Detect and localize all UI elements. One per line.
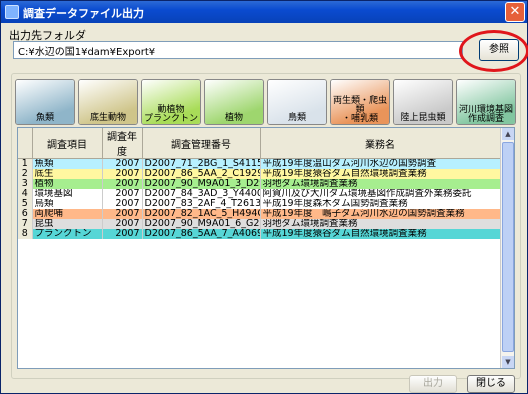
category-tile[interactable]: 鳥類: [267, 79, 327, 125]
scroll-down-icon[interactable]: ▼: [502, 356, 514, 368]
column-header[interactable]: 調査年度: [102, 128, 143, 159]
table-cell: 昆虫: [32, 219, 103, 229]
app-icon: [5, 5, 19, 19]
table-cell: 2007: [102, 229, 143, 239]
table-cell: D2007_83_2AF_4_T2613: [142, 199, 261, 209]
table-cell: 平成19年度森木ダム国勢調査業務: [260, 199, 501, 209]
table-cell: 2007: [102, 209, 143, 219]
table-cell: 羽地ダム環境調査業務: [260, 179, 501, 189]
table-row[interactable]: 4 環境基図 2007 D2007_84_3AD_3_Y4400 阿賀川及び大川ダム環境…: [18, 189, 501, 199]
category-tile-label: 両生類・爬虫類 ・哺乳類: [332, 96, 387, 124]
category-tiles: 魚類 底生動物 動植物 プランクトン 植物 鳥類 両生類・爬虫類 ・哺乳類陸上昆虫類 河川環境基…: [15, 79, 525, 127]
table-cell: 植物: [32, 179, 103, 189]
scroll-thumb[interactable]: [502, 142, 514, 352]
table-cell: D2007_86_5AA_2_C1929: [142, 169, 261, 179]
table-cell: 2007: [102, 158, 143, 169]
table-row[interactable]: 3 植物 2007 D2007_90_M9A01_3_D29 羽地ダム環境調査業務: [18, 179, 501, 189]
table-cell: プランクトン: [32, 229, 103, 239]
table-cell: 阿賀川及び大川ダム環境基図作成調査外業務委託: [260, 189, 501, 199]
table-row[interactable]: 2 底生 2007 D2007_86_5AA_2_C1929 平成19年度猿谷ダム自然環…: [18, 169, 501, 179]
title-bar: 調査データファイル出力 ✕: [1, 1, 527, 23]
browse-button[interactable]: 参照: [479, 39, 519, 61]
table-cell: 底生: [32, 169, 103, 179]
table-cell: 両爬哺: [32, 209, 103, 219]
category-tile[interactable]: 底生動物: [78, 79, 138, 125]
table-cell: 2007: [102, 169, 143, 179]
export-dialog: 調査データファイル出力 ✕ 出力先フォルダ 参照 魚類底生動物動植物プランクトン…: [0, 0, 528, 394]
table-row[interactable]: 5 鳥類 2007 D2007_83_2AF_4_T2613 平成19年度森木ダム国勢調…: [18, 199, 501, 209]
column-header[interactable]: 調査管理番号: [142, 128, 261, 159]
vertical-scrollbar[interactable]: ▲ ▼: [500, 128, 514, 368]
table-cell: 8: [18, 229, 33, 239]
category-tile-label: 陸上昆虫類: [400, 113, 446, 123]
category-tile-label: 河川環境基図 作成調査: [458, 105, 513, 124]
table-cell: 魚類: [32, 158, 103, 169]
category-tile[interactable]: 動植物 プランクトン: [141, 79, 201, 125]
table-cell: 鳥類: [32, 199, 103, 209]
table-cell: 7: [18, 219, 33, 229]
column-header[interactable]: [18, 128, 33, 159]
table-cell: 平成19年度 嶋子ダム河川水辺の国勢調査業務: [260, 209, 501, 219]
table-cell: 平成19年度猿谷ダム自然環境調査業務: [260, 229, 501, 239]
category-tile-label: 底生動物: [89, 113, 126, 123]
table-cell: 6: [18, 209, 33, 219]
table-header-row: 調査項目 調査年度 調査管理番号 業務名: [18, 128, 501, 159]
table-cell: D2007_71_2BG_1_S4115: [142, 158, 261, 169]
column-header[interactable]: 業務名: [260, 128, 501, 159]
table-cell: 2007: [102, 179, 143, 189]
category-tile-label: 鳥類: [287, 113, 306, 123]
output-button[interactable]: 出力: [409, 375, 457, 393]
table-row[interactable]: 1 魚類 2007 D2007_71_2BG_1_S4115 平成19年度温山ダム河川水…: [18, 158, 501, 169]
category-tile[interactable]: 陸上昆虫類: [393, 79, 453, 125]
category-tile-label: 植物: [224, 113, 243, 123]
table-cell: 2007: [102, 189, 143, 199]
category-tile[interactable]: 河川環境基図 作成調査: [456, 79, 516, 125]
table-cell: 2: [18, 169, 33, 179]
column-header[interactable]: 調査項目: [32, 128, 103, 159]
table-cell: 平成19年度猿谷ダム自然環境調査業務: [260, 169, 501, 179]
table-cell: 1: [18, 158, 33, 169]
table-cell: 2007: [102, 199, 143, 209]
table-cell: D2007_90_M9A01_6_G26: [142, 219, 261, 229]
category-tile[interactable]: 植物: [204, 79, 264, 125]
table-row[interactable]: 8 プランクトン 2007 D2007_86_5AA_7_A4069 平成19年度猿谷ダ…: [18, 229, 501, 239]
table-cell: 平成19年度温山ダム河川水辺の国勢調査: [260, 158, 501, 169]
category-tile-label: 魚類: [35, 113, 54, 123]
table-row[interactable]: 6 両爬哺 2007 D2007_82_1AC_5_H494C 平成19年度 嶋子ダム河…: [18, 209, 501, 219]
category-tile[interactable]: 魚類: [15, 79, 75, 125]
category-tile[interactable]: 両生類・爬虫類 ・哺乳類: [330, 79, 390, 125]
table-cell: D2007_86_5AA_7_A4069: [142, 229, 261, 239]
table-cell: 5: [18, 199, 33, 209]
close-window-button[interactable]: ✕: [505, 2, 525, 22]
table-cell: 羽地ダム環境調査業務: [260, 219, 501, 229]
table-cell: D2007_90_M9A01_3_D29: [142, 179, 261, 189]
table-cell: 環境基図: [32, 189, 103, 199]
output-path-field[interactable]: [13, 41, 463, 59]
table-cell: 3: [18, 179, 33, 189]
table-cell: 2007: [102, 219, 143, 229]
window-title: 調査データファイル出力: [23, 7, 144, 20]
close-button[interactable]: 閉じる: [467, 375, 515, 393]
table-row[interactable]: 7 昆虫 2007 D2007_90_M9A01_6_G26 羽地ダム環境調査業務: [18, 219, 501, 229]
table-cell: D2007_84_3AD_3_Y4400: [142, 189, 261, 199]
category-tile-label: 動植物 プランクトン: [143, 105, 198, 124]
survey-table[interactable]: 調査項目 調査年度 調査管理番号 業務名 1 魚類 2007 D2007_71_2BG_1_…: [17, 127, 515, 369]
scroll-up-icon[interactable]: ▲: [502, 128, 514, 140]
table-cell: D2007_82_1AC_5_H494C: [142, 209, 261, 219]
table-cell: 4: [18, 189, 33, 199]
